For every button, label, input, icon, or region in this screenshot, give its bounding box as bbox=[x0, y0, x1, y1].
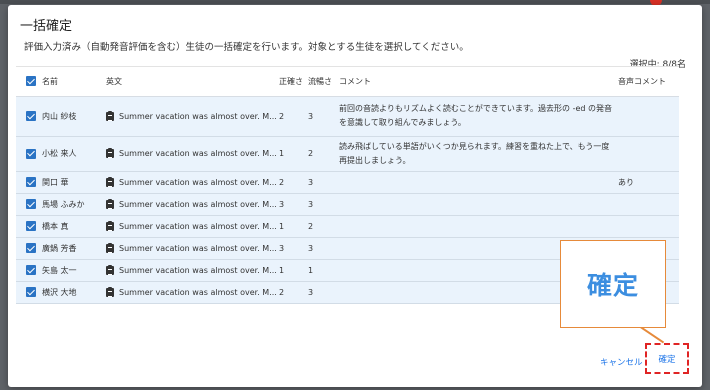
clipboard-icon[interactable] bbox=[106, 198, 114, 209]
student-name: 横沢 大地 bbox=[42, 281, 106, 304]
table-row[interactable]: 小松 来人 Summer vacation was almost over. M… bbox=[16, 136, 679, 172]
english-text: Summer vacation was almost over. M... bbox=[119, 177, 277, 187]
english-text-cell: Summer vacation was almost over. M... bbox=[106, 96, 279, 137]
fluency-score: 3 bbox=[308, 96, 339, 137]
fluency-score: 3 bbox=[308, 237, 339, 260]
cancel-button[interactable]: キャンセル bbox=[600, 356, 643, 368]
select-all-checkbox[interactable] bbox=[26, 76, 36, 87]
voice-comment bbox=[618, 193, 679, 216]
english-text-cell: Summer vacation was almost over. M... bbox=[106, 136, 279, 172]
confirm-callout: 確定 bbox=[560, 240, 666, 328]
clipboard-icon[interactable] bbox=[106, 220, 114, 231]
english-text: Summer vacation was almost over. M... bbox=[119, 111, 277, 121]
row-checkbox[interactable] bbox=[26, 111, 36, 121]
row-checkbox[interactable] bbox=[26, 265, 36, 275]
row-select-cell bbox=[16, 281, 42, 304]
row-select-cell bbox=[16, 96, 42, 137]
english-text-cell: Summer vacation was almost over. M... bbox=[106, 259, 279, 282]
student-name: 馬場 ふみか bbox=[42, 193, 106, 216]
app-background-header bbox=[0, 0, 710, 4]
comment-text bbox=[339, 193, 618, 216]
clipboard-icon[interactable] bbox=[106, 264, 114, 275]
comment-text bbox=[339, 215, 618, 238]
english-text-cell: Summer vacation was almost over. M... bbox=[106, 171, 279, 194]
header-accuracy[interactable]: 正確さ bbox=[279, 67, 308, 97]
fluency-score: 3 bbox=[308, 193, 339, 216]
row-checkbox[interactable] bbox=[26, 221, 36, 231]
header-comment[interactable]: コメント bbox=[339, 67, 618, 97]
accuracy-score: 3 bbox=[279, 193, 308, 216]
english-text-cell: Summer vacation was almost over. M... bbox=[106, 237, 279, 260]
row-select-cell bbox=[16, 237, 42, 260]
accuracy-score: 1 bbox=[279, 215, 308, 238]
header-english[interactable]: 英文 bbox=[106, 67, 279, 97]
english-text-cell: Summer vacation was almost over. M... bbox=[106, 281, 279, 304]
clipboard-icon[interactable] bbox=[106, 148, 114, 158]
confirm-button-label: 確定 bbox=[658, 354, 676, 365]
clipboard-icon[interactable] bbox=[106, 110, 114, 121]
table-row[interactable]: 関口 華 Summer vacation was almost over. M.… bbox=[16, 171, 679, 194]
dialog-title: 一括確定 bbox=[20, 19, 73, 34]
comment-text: 前回の音読よりもリズムよく読むことができています。過去形の -ed の発音を意識… bbox=[339, 96, 618, 137]
student-name: 橋本 真 bbox=[42, 215, 106, 238]
voice-comment bbox=[618, 136, 679, 172]
row-checkbox[interactable] bbox=[26, 287, 36, 297]
table-row[interactable]: 橋本 真 Summer vacation was almost over. M.… bbox=[16, 215, 679, 238]
student-name: 矢島 太一 bbox=[42, 259, 106, 282]
comment-text: 読み飛ばしている単語がいくつか見られます。練習を重ねた上で、もう一度再提出しまし… bbox=[339, 136, 618, 172]
row-checkbox[interactable] bbox=[26, 148, 36, 159]
voice-comment bbox=[618, 215, 679, 238]
table-row[interactable]: 馬場 ふみか Summer vacation was almost over. … bbox=[16, 193, 679, 216]
english-text: Summer vacation was almost over. M... bbox=[119, 265, 277, 275]
accuracy-score: 3 bbox=[279, 237, 308, 260]
row-select-cell bbox=[16, 136, 42, 172]
accuracy-score: 1 bbox=[279, 136, 308, 172]
english-text: Summer vacation was almost over. M... bbox=[119, 243, 277, 253]
english-text: Summer vacation was almost over. M... bbox=[119, 287, 277, 297]
accuracy-score: 2 bbox=[279, 171, 308, 194]
header-fluency[interactable]: 流暢さ bbox=[308, 67, 339, 97]
confirm-button[interactable]: 確定 bbox=[645, 343, 689, 374]
fluency-score: 3 bbox=[308, 171, 339, 194]
student-name: 内山 紗枝 bbox=[42, 96, 106, 137]
row-checkbox[interactable] bbox=[26, 199, 36, 209]
voice-comment bbox=[618, 96, 679, 137]
fluency-score: 2 bbox=[308, 215, 339, 238]
english-text: Summer vacation was almost over. M... bbox=[119, 149, 277, 158]
student-name: 小松 来人 bbox=[42, 136, 106, 172]
student-name: 廣鍋 芳香 bbox=[42, 237, 106, 260]
clipboard-icon[interactable] bbox=[106, 176, 114, 187]
header-name[interactable]: 名前 bbox=[42, 67, 106, 97]
english-text-cell: Summer vacation was almost over. M... bbox=[106, 215, 279, 238]
row-select-cell bbox=[16, 193, 42, 216]
row-select-cell bbox=[16, 215, 42, 238]
accuracy-score: 2 bbox=[279, 96, 308, 137]
dialog-description: 評価入力済み（自動発音評価を含む）生徒の一括確定を行います。対象とする生徒を選択… bbox=[24, 42, 469, 53]
student-name: 関口 華 bbox=[42, 171, 106, 194]
comment-text bbox=[339, 171, 618, 194]
row-checkbox[interactable] bbox=[26, 243, 36, 253]
table-header-row: 名前 英文 正確さ 流暢さ コメント 音声コメント bbox=[16, 67, 679, 97]
row-checkbox[interactable] bbox=[26, 177, 36, 187]
english-text: Summer vacation was almost over. M... bbox=[119, 221, 277, 231]
row-select-cell bbox=[16, 259, 42, 282]
fluency-score: 2 bbox=[308, 136, 339, 172]
clipboard-icon[interactable] bbox=[106, 286, 114, 297]
voice-comment: あり bbox=[618, 171, 679, 194]
header-voice-comment[interactable]: 音声コメント bbox=[618, 67, 679, 97]
fluency-score: 1 bbox=[308, 259, 339, 282]
accuracy-score: 2 bbox=[279, 281, 308, 304]
english-text: Summer vacation was almost over. M... bbox=[119, 199, 277, 209]
row-select-cell bbox=[16, 171, 42, 194]
english-text-cell: Summer vacation was almost over. M... bbox=[106, 193, 279, 216]
table-row[interactable]: 内山 紗枝 Summer vacation was almost over. M… bbox=[16, 96, 679, 137]
fluency-score: 3 bbox=[308, 281, 339, 304]
header-select-cell bbox=[16, 67, 42, 97]
clipboard-icon[interactable] bbox=[106, 242, 114, 253]
accuracy-score: 1 bbox=[279, 259, 308, 282]
